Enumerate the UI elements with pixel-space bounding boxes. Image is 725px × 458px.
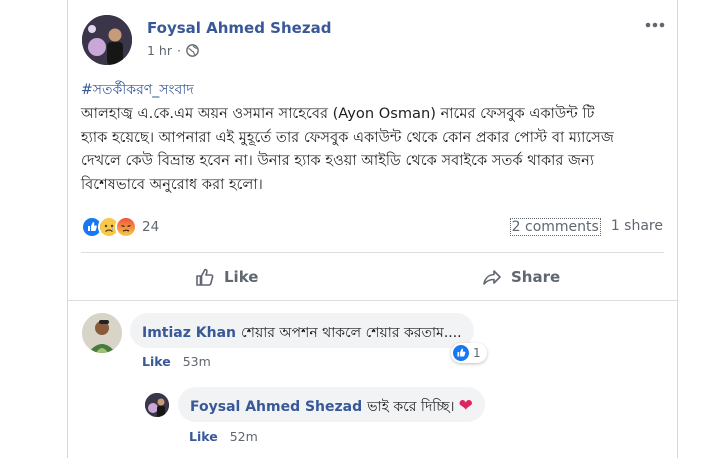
comments-count-link[interactable]: 2 comments [509, 218, 601, 236]
post-stats: 2 comments 1 share [509, 218, 663, 236]
post-body-line: আলহাজ্ব এ.কে.এম অয়ন ওসমান সাহেবের (Ayon… [81, 105, 595, 122]
angry-reaction-icon [115, 216, 137, 238]
commenter-avatar[interactable] [82, 313, 122, 353]
post-author-name[interactable]: Foysal Ahmed Shezad [147, 19, 331, 37]
comment-actions: Like 53m [142, 354, 211, 369]
like-button-label: Like [224, 268, 259, 286]
post-body-line: বিশেষভাবে অনুরোধ করা হলো। [81, 175, 263, 193]
reaction-count: 24 [142, 219, 160, 235]
reply-author[interactable]: Foysal Ahmed Shezad [190, 399, 362, 415]
comment-timestamp[interactable]: 53m [183, 354, 211, 369]
reply-avatar[interactable] [145, 393, 169, 417]
post-body-line: দেখলে কেউ বিভ্রান্ত হবেন না। উনার হ্যাক … [81, 152, 595, 169]
post-hashtag[interactable]: #সতর্কীকরণ_সংবাদ [81, 78, 194, 102]
globe-icon [186, 44, 199, 57]
reply-text: ভাই করে দিচ্ছি। [367, 399, 455, 415]
post-timestamp[interactable]: 1 hr [147, 43, 172, 58]
post-body: আলহাজ্ব এ.কে.এম অয়ন ওসমান সাহেবের (Ayon… [81, 102, 671, 196]
post-card: Foysal Ahmed Shezad 1 hr · #সতর্কীকরণ_সং… [67, 0, 678, 458]
post-body-line: হ্যাক হয়েছে। আপনারা এই মুহূর্তে তার ফেস… [81, 128, 614, 146]
comment-like-link[interactable]: Like [142, 354, 171, 369]
post-meta: 1 hr · [147, 43, 199, 58]
comments-section: Imtiaz Khan শেয়ার অপশন থাকলে শেয়ার করতা… [68, 301, 677, 458]
share-arrow-icon [483, 270, 501, 285]
comment-reaction-summary[interactable]: 1 [451, 343, 487, 363]
like-reaction-icon [453, 345, 469, 361]
comment-author[interactable]: Imtiaz Khan [142, 325, 236, 341]
like-button[interactable]: Like [194, 262, 258, 292]
reply-like-link[interactable]: Like [189, 429, 218, 444]
divider [81, 252, 664, 253]
share-button[interactable]: Share [481, 262, 560, 292]
thumbs-up-icon [196, 268, 214, 286]
share-button-label: Share [511, 268, 561, 286]
comment-reaction-count: 1 [473, 346, 481, 360]
more-options-icon[interactable] [643, 14, 667, 36]
comment-text: শেয়ার অপশন থাকলে শেয়ার করতাম.... [241, 325, 462, 341]
reactions-summary[interactable]: 24 [81, 216, 159, 238]
author-avatar[interactable] [82, 15, 132, 65]
comment-bubble: Imtiaz Khan শেয়ার অপশন থাকলে শেয়ার করতা… [130, 313, 474, 348]
reply-timestamp[interactable]: 52m [230, 429, 258, 444]
reply-actions: Like 52m [189, 429, 258, 444]
reply-bubble: Foysal Ahmed Shezad ভাই করে দিচ্ছি। ❤ [178, 387, 485, 422]
shares-count-link[interactable]: 1 share [611, 218, 663, 236]
heart-emoji-icon: ❤ [458, 396, 473, 416]
